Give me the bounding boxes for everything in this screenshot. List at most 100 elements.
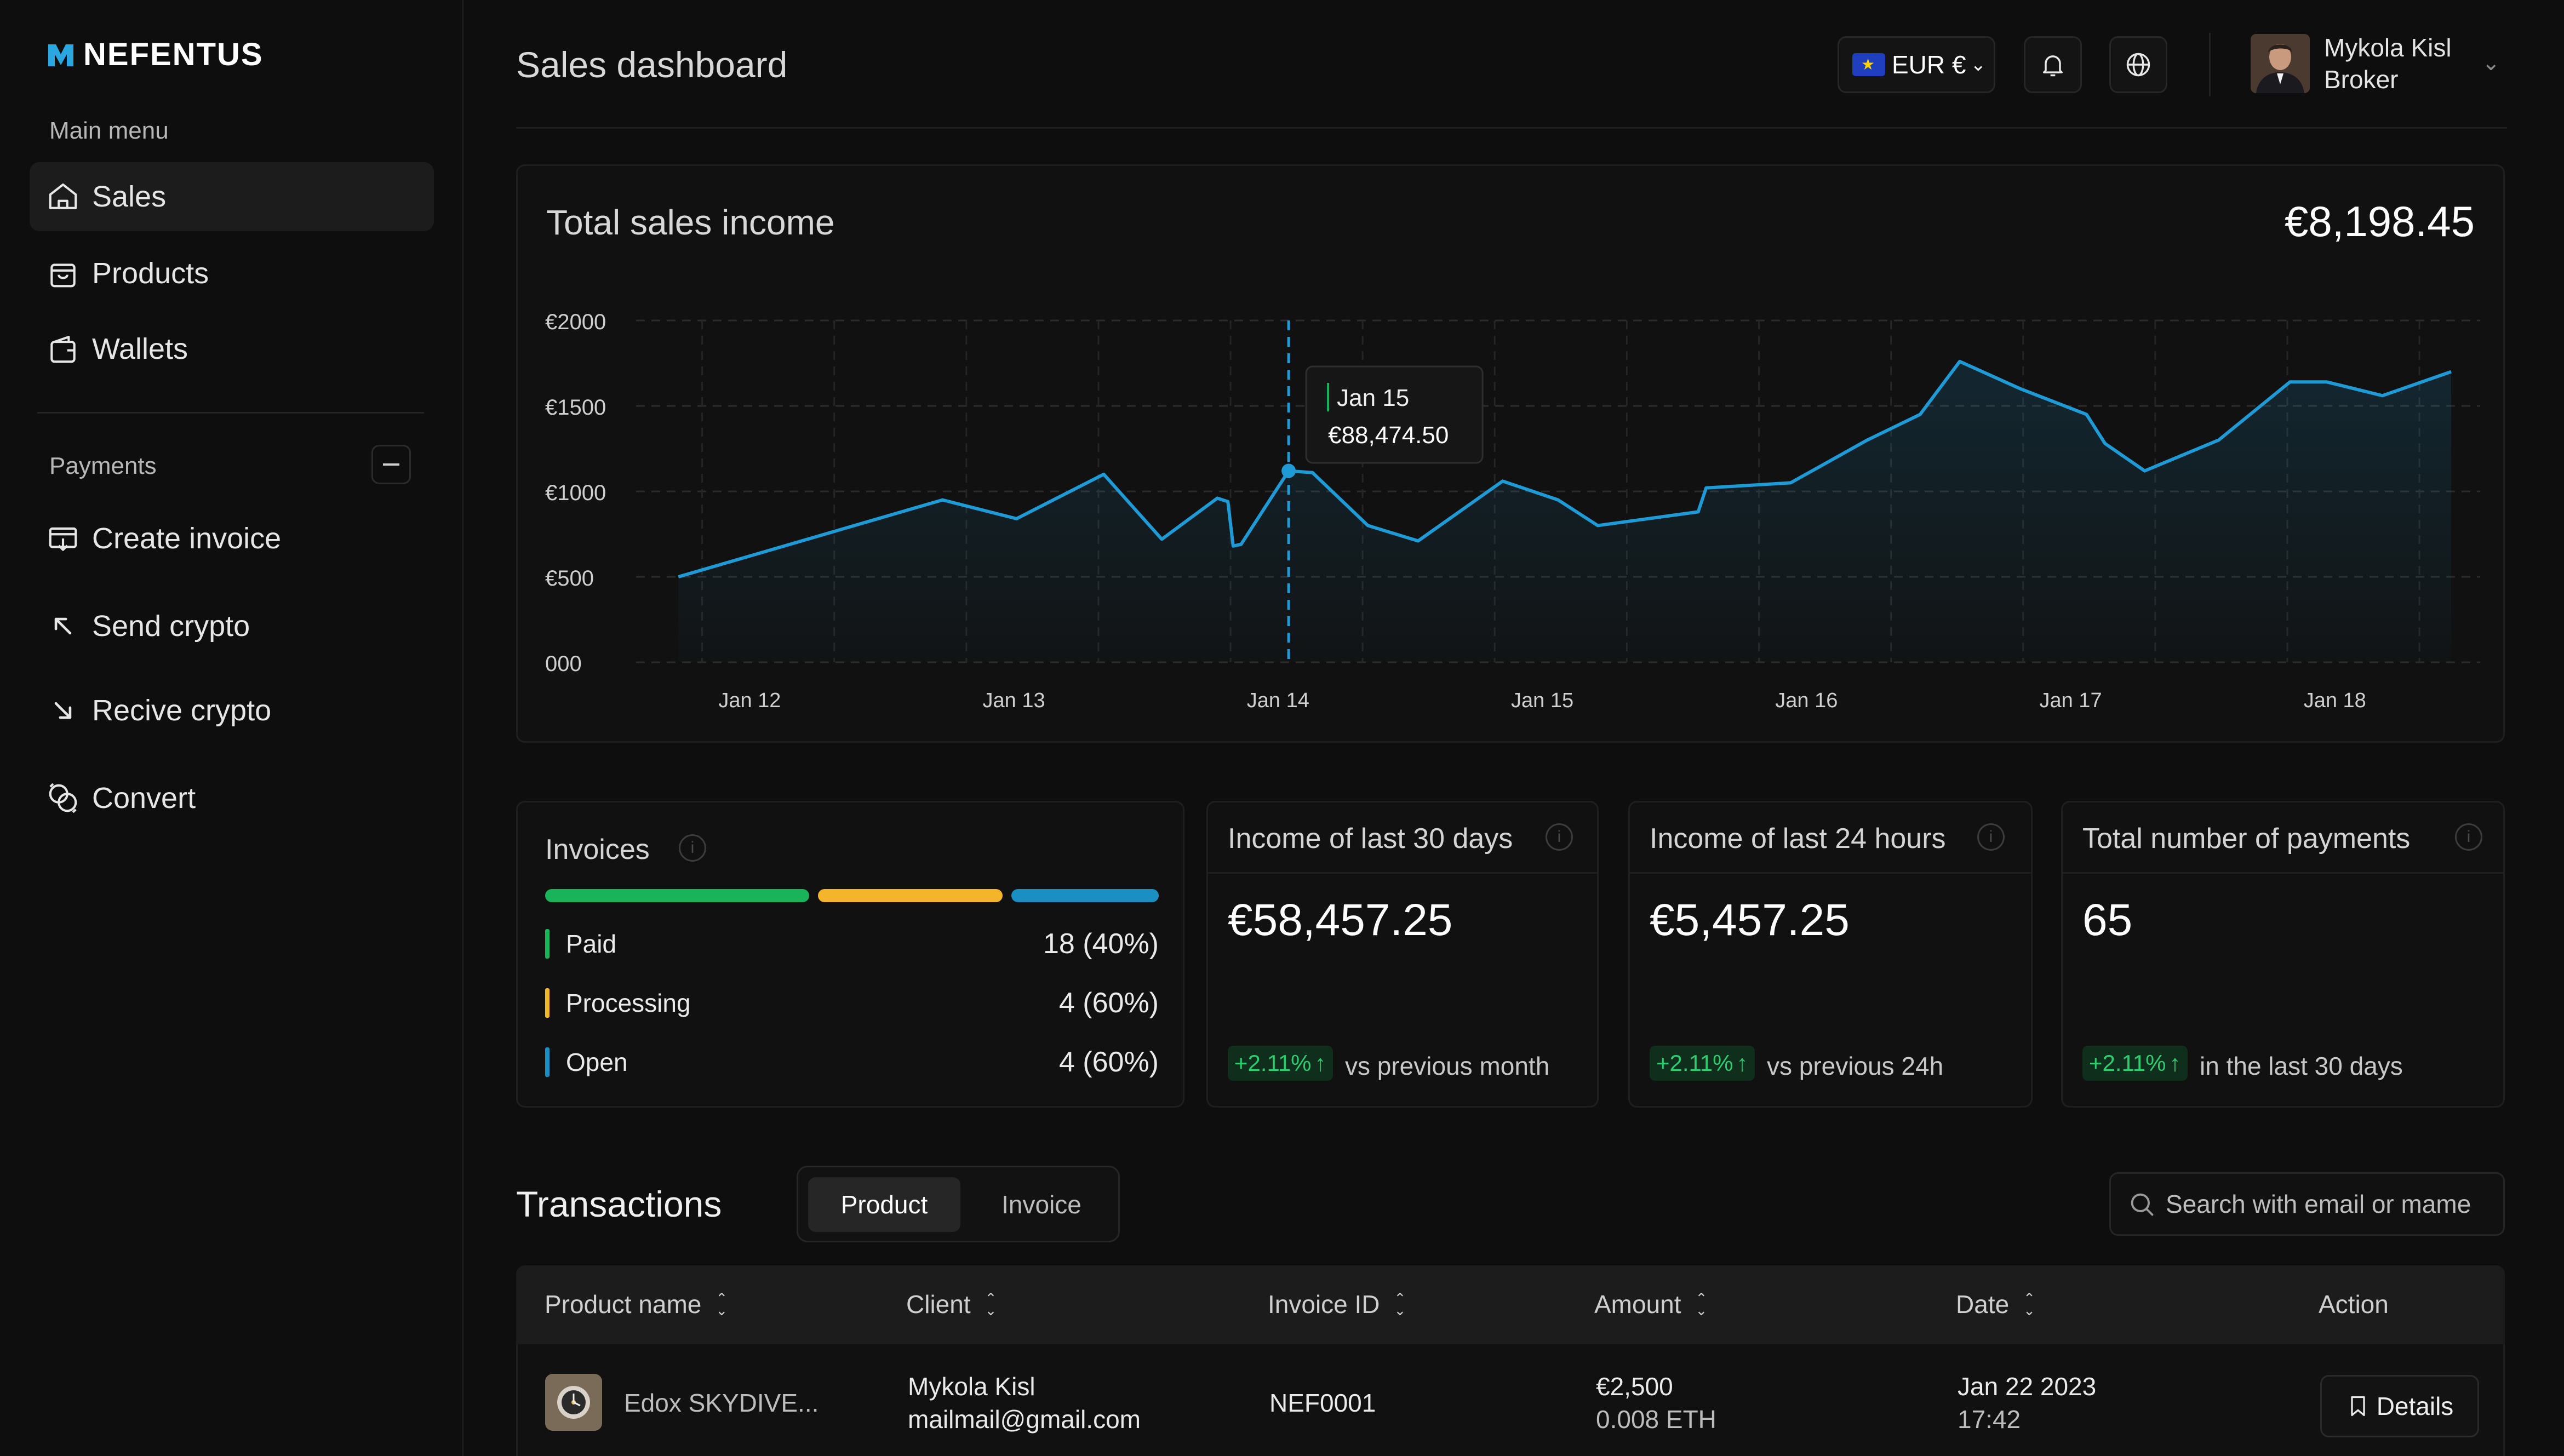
- sidebar-item-create-invoice[interactable]: Create invoice: [30, 504, 434, 573]
- sidebar-item-products[interactable]: Products: [30, 239, 434, 308]
- language-button[interactable]: [2109, 36, 2167, 93]
- details-label: Details: [2376, 1392, 2454, 1420]
- transactions-search[interactable]: [2109, 1172, 2505, 1236]
- invoice-row-paid: Paid 18 (40%): [545, 927, 1159, 960]
- sidebar-item-convert[interactable]: Convert: [30, 764, 434, 833]
- header-divider-line: [516, 127, 2507, 129]
- sort-icon: ⌃ ⌄: [716, 1290, 728, 1319]
- amount-fiat: €2,500: [1596, 1372, 1673, 1401]
- search-icon: [2131, 1193, 2154, 1216]
- stat-note: vs previous month: [1345, 1052, 1550, 1080]
- column-header-date[interactable]: Date ⌃ ⌄: [1956, 1289, 2035, 1319]
- watch-image-icon: [545, 1374, 602, 1431]
- growth-badge: +2.11% ↑: [1650, 1046, 1755, 1081]
- invoice-id: NEF0001: [1269, 1389, 1376, 1417]
- invoice-row-processing: Processing 4 (60%): [545, 987, 1159, 1019]
- stat-card-header: Total number of payments i: [2063, 802, 2503, 874]
- info-icon[interactable]: i: [1977, 823, 2005, 851]
- sidebar-divider: [37, 412, 424, 414]
- sidebar-item-label: Convert: [92, 782, 196, 815]
- user-menu-chevron-icon[interactable]: ⌄: [2482, 50, 2500, 76]
- invoice-bar-segment-processing: [818, 889, 1003, 902]
- column-label: Client: [906, 1290, 971, 1319]
- amount-crypto: 0.008 ETH: [1596, 1405, 1716, 1434]
- product-name[interactable]: Edox SKYDIVE...: [624, 1388, 819, 1418]
- column-label: Action: [2319, 1290, 2389, 1319]
- column-header-amount[interactable]: Amount ⌃ ⌄: [1594, 1289, 1707, 1319]
- stat-value: €58,457.25: [1228, 895, 1453, 945]
- status-marker: [545, 1047, 550, 1077]
- chart-highlight-point: [1281, 463, 1296, 478]
- invoice-status-label: Paid: [566, 930, 617, 958]
- search-input[interactable]: [2166, 1189, 2494, 1219]
- income-30-days-card: Income of last 30 days i €58,457.25 +2.1…: [1206, 801, 1599, 1108]
- chart-x-tick-label: Jan 13: [983, 689, 1045, 712]
- wallet-icon: [50, 335, 76, 363]
- details-button[interactable]: Details: [2320, 1375, 2479, 1437]
- sidebar-item-label: Create invoice: [92, 522, 282, 555]
- stat-card-header: Income of last 30 days i: [1208, 802, 1597, 874]
- currency-selector[interactable]: EUR € ⌄: [1838, 36, 1995, 93]
- invoice-status-value: 4 (60%): [1058, 987, 1159, 1019]
- table-row[interactable]: Edox SKYDIVE... Mykola Kisl mailmail@gma…: [516, 1344, 2505, 1456]
- invoices-card: Invoices i Paid 18 (40%) Processing 4 (6…: [516, 801, 1184, 1108]
- column-header-client[interactable]: Client ⌃ ⌄: [906, 1289, 997, 1319]
- invoice-status-label: Processing: [566, 989, 691, 1017]
- bookmark-icon: [2351, 1396, 2365, 1417]
- chart-y-tick-label: €500: [545, 566, 594, 591]
- user-name: Mykola Kisl: [2324, 33, 2452, 62]
- growth-value: +2.11%: [1234, 1050, 1312, 1076]
- sort-icon: ⌃ ⌄: [985, 1290, 997, 1319]
- chart-x-tick-label: Jan 16: [1775, 689, 1838, 712]
- info-icon[interactable]: i: [1546, 823, 1573, 851]
- main-menu-title: Main menu: [49, 117, 169, 144]
- sidebar-item-send-crypto[interactable]: Send crypto: [30, 592, 434, 661]
- sidebar: NEFENTUS Main menu Sales Products Wallet…: [0, 0, 463, 1456]
- chart-x-tick-label: Jan 12: [718, 689, 781, 712]
- chart-y-tick-label: €1500: [545, 395, 606, 420]
- sidebar-item-label: Send crypto: [92, 610, 250, 643]
- transaction-date: Jan 22 2023: [1958, 1372, 2097, 1401]
- invoice-status-value: 4 (60%): [1058, 1046, 1159, 1078]
- sidebar-item-wallets[interactable]: Wallets: [30, 314, 434, 383]
- sidebar-item-label: Wallets: [92, 333, 188, 365]
- stat-title: Income of last 30 days: [1228, 823, 1513, 855]
- invoice-bar-segment-paid: [545, 889, 810, 902]
- arrow-up-icon: ↑: [1314, 1050, 1326, 1076]
- invoice-row-open: Open 4 (60%): [545, 1046, 1159, 1079]
- stat-note: vs previous 24h: [1767, 1052, 1944, 1080]
- sidebar-item-label: Sales: [92, 180, 167, 213]
- currency-label: EUR €: [1892, 50, 1966, 79]
- stat-note: in the last 30 days: [2200, 1052, 2403, 1080]
- home-icon: [49, 183, 77, 209]
- chart-y-tick-label: €2000: [545, 310, 606, 334]
- arrow-up-icon: ↑: [1736, 1050, 1748, 1076]
- sidebar-item-label: Recive crypto: [92, 694, 272, 727]
- column-header-product-name[interactable]: Product name ⌃ ⌄: [545, 1289, 728, 1319]
- logo[interactable]: NEFENTUS: [46, 36, 264, 73]
- column-header-invoice-id[interactable]: Invoice ID ⌃ ⌄: [1268, 1289, 1406, 1319]
- notifications-button[interactable]: [2024, 36, 2082, 93]
- user-avatar[interactable]: [2251, 34, 2310, 93]
- transactions-view-toggle: Product Invoice: [797, 1166, 1120, 1242]
- invoice-bar-segment-open: [1011, 889, 1159, 902]
- chart-x-tick-label: Jan 17: [2039, 689, 2102, 712]
- collapse-payments-button[interactable]: [371, 445, 411, 484]
- sidebar-item-receive-crypto[interactable]: Recive crypto: [30, 676, 434, 745]
- client-name: Mykola Kisl: [908, 1372, 1035, 1401]
- arrow-up-icon: ↑: [2169, 1050, 2181, 1076]
- chevron-down-icon: ⌄: [1970, 54, 1986, 75]
- sales-chart[interactable]: 000 €500 €1000 €1500 €2000 Jan 12 Jan 13 Jan 14…: [518, 166, 2506, 744]
- header-divider: [2209, 33, 2211, 96]
- stat-card-header: Income of last 24 hours i: [1630, 802, 2031, 874]
- stat-value: €5,457.25: [1650, 895, 1850, 945]
- chart-x-tick-label: Jan 14: [1247, 689, 1309, 712]
- sidebar-item-sales[interactable]: Sales: [30, 162, 434, 231]
- tab-invoice[interactable]: Invoice: [974, 1177, 1109, 1232]
- growth-badge: +2.11% ↑: [1228, 1046, 1333, 1081]
- user-photo-icon: [2251, 34, 2310, 93]
- info-icon[interactable]: i: [2455, 823, 2482, 851]
- tab-product[interactable]: Product: [808, 1177, 960, 1232]
- info-icon[interactable]: i: [679, 834, 706, 862]
- growth-value: +2.11%: [2089, 1050, 2166, 1076]
